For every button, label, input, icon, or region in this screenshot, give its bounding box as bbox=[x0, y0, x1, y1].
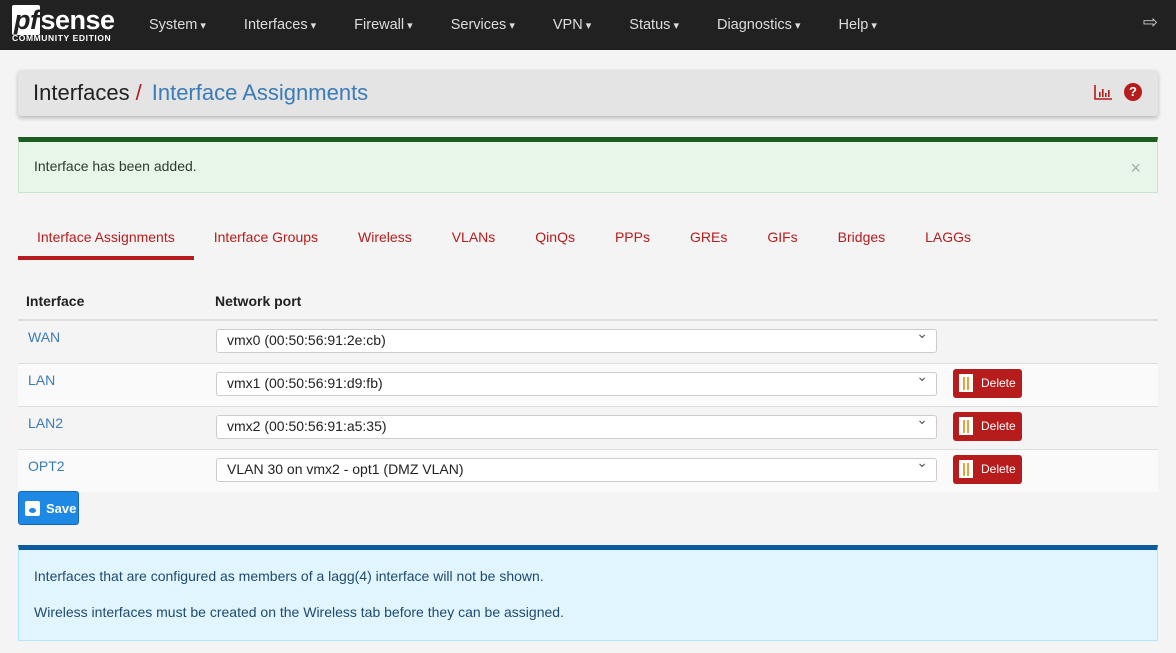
table-row: LAN2 vmx2 (00:50:56:91:a5:35) Delete bbox=[18, 405, 1158, 449]
nav-services[interactable]: Services bbox=[432, 17, 534, 33]
tab-interface-assignments[interactable]: Interface Assignments bbox=[18, 220, 194, 260]
info-text: Wireless interfaces must be created on t… bbox=[34, 604, 564, 620]
tab-laggs[interactable]: LAGGs bbox=[905, 220, 991, 260]
logout-icon[interactable]: ⇨ bbox=[1143, 12, 1158, 33]
delete-button[interactable]: Delete bbox=[953, 454, 1022, 484]
save-label: Save bbox=[46, 500, 77, 516]
logo-sense: sense bbox=[40, 4, 115, 35]
network-port-select[interactable]: vmx2 (00:50:56:91:a5:35) bbox=[216, 411, 937, 439]
tab-qinqs[interactable]: QinQs bbox=[515, 220, 595, 260]
pfsense-logo[interactable]: pfsense COMMUNITY EDITION bbox=[0, 4, 130, 43]
interface-link[interactable]: WAN bbox=[28, 329, 199, 345]
info-text: Interfaces that are configured as member… bbox=[34, 568, 544, 584]
info-alert: Interfaces that are configured as member… bbox=[18, 545, 1158, 641]
header-network-port: Network port bbox=[207, 283, 945, 321]
table-row: LAN vmx1 (00:50:56:91:d9:fb) Delete bbox=[18, 362, 1158, 406]
success-alert: Interface has been added. × bbox=[18, 137, 1158, 193]
table-row: WAN vmx0 (00:50:56:91:2e:cb) bbox=[18, 319, 1158, 363]
delete-button[interactable]: Delete bbox=[953, 411, 1022, 441]
alert-message: Interface has been added. bbox=[34, 158, 197, 174]
tab-gifs[interactable]: GIFs bbox=[747, 220, 817, 260]
trash-icon bbox=[959, 417, 973, 435]
delete-label: Delete bbox=[981, 419, 1016, 433]
nav-interfaces[interactable]: Interfaces bbox=[225, 17, 335, 33]
trash-icon bbox=[959, 460, 973, 478]
tab-interface-groups[interactable]: Interface Groups bbox=[194, 220, 338, 260]
save-icon bbox=[25, 500, 40, 516]
chart-icon[interactable] bbox=[1094, 84, 1112, 100]
tab-bar: Interface Assignments Interface Groups W… bbox=[18, 220, 991, 260]
tab-gres[interactable]: GREs bbox=[670, 220, 747, 260]
nav-status[interactable]: Status bbox=[610, 17, 698, 33]
logo-pf: pf bbox=[12, 4, 41, 35]
breadcrumb-separator: / bbox=[135, 80, 142, 105]
tab-bridges[interactable]: Bridges bbox=[818, 220, 905, 260]
delete-label: Delete bbox=[981, 376, 1016, 390]
assignments-table: Interface Network port WAN vmx0 (00:50:5… bbox=[18, 283, 1158, 492]
save-button[interactable]: Save bbox=[18, 491, 79, 525]
delete-label: Delete bbox=[981, 462, 1016, 476]
nav-diagnostics[interactable]: Diagnostics bbox=[698, 17, 820, 33]
close-icon[interactable]: × bbox=[1130, 158, 1141, 179]
interface-link[interactable]: LAN2 bbox=[28, 415, 199, 431]
nav-help[interactable]: Help bbox=[820, 17, 896, 33]
breadcrumb: Interfaces / Interface Assignments ? bbox=[18, 70, 1158, 116]
tab-vlans[interactable]: VLANs bbox=[432, 220, 516, 260]
nav-vpn[interactable]: VPN bbox=[534, 17, 610, 33]
table-row: OPT2 VLAN 30 on vmx2 - opt1 (DMZ VLAN) D… bbox=[18, 448, 1158, 492]
tab-ppps[interactable]: PPPs bbox=[595, 220, 670, 260]
trash-icon bbox=[959, 374, 973, 392]
header-interface: Interface bbox=[18, 283, 207, 321]
network-port-select[interactable]: vmx0 (00:50:56:91:2e:cb) bbox=[216, 325, 937, 353]
nav-system[interactable]: System bbox=[130, 17, 225, 33]
breadcrumb-current[interactable]: Interface Assignments bbox=[152, 80, 368, 106]
tab-wireless[interactable]: Wireless bbox=[338, 220, 432, 260]
help-icon[interactable]: ? bbox=[1124, 83, 1142, 101]
navbar: pfsense COMMUNITY EDITION System Interfa… bbox=[0, 0, 1176, 50]
breadcrumb-parent[interactable]: Interfaces bbox=[33, 80, 130, 106]
interface-link[interactable]: LAN bbox=[28, 372, 199, 388]
network-port-select[interactable]: vmx1 (00:50:56:91:d9:fb) bbox=[216, 368, 937, 396]
network-port-select[interactable]: VLAN 30 on vmx2 - opt1 (DMZ VLAN) bbox=[216, 454, 937, 482]
interface-link[interactable]: OPT2 bbox=[28, 458, 199, 474]
nav-firewall[interactable]: Firewall bbox=[335, 17, 432, 33]
delete-button[interactable]: Delete bbox=[953, 368, 1022, 398]
